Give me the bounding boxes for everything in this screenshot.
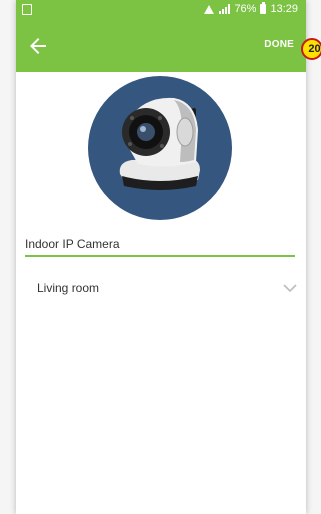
ip-camera-icon — [119, 97, 200, 190]
status-bar: 76% 13:29 — [16, 0, 306, 20]
status-time: 13:29 — [270, 3, 298, 15]
step-badge: 20 — [301, 38, 321, 60]
room-select-value: Living room — [37, 281, 100, 295]
wifi-icon — [204, 4, 215, 14]
done-button[interactable]: DONE — [264, 39, 294, 50]
app-bar: DONE — [16, 20, 306, 72]
signal-icon — [219, 4, 231, 14]
device-image — [88, 76, 232, 220]
chevron-down-icon — [283, 284, 297, 293]
device-name-input[interactable] — [25, 233, 295, 257]
arrow-left-icon[interactable] — [26, 34, 50, 58]
app-screen: 76% 13:29 DONE Indoor IP Camera Living r… — [16, 0, 306, 514]
notification-icon — [22, 4, 32, 15]
battery-percent: 76% — [234, 3, 257, 15]
battery-icon — [260, 2, 267, 14]
room-select[interactable]: Living room — [25, 276, 297, 300]
status-right: 76% 13:29 — [204, 2, 298, 15]
